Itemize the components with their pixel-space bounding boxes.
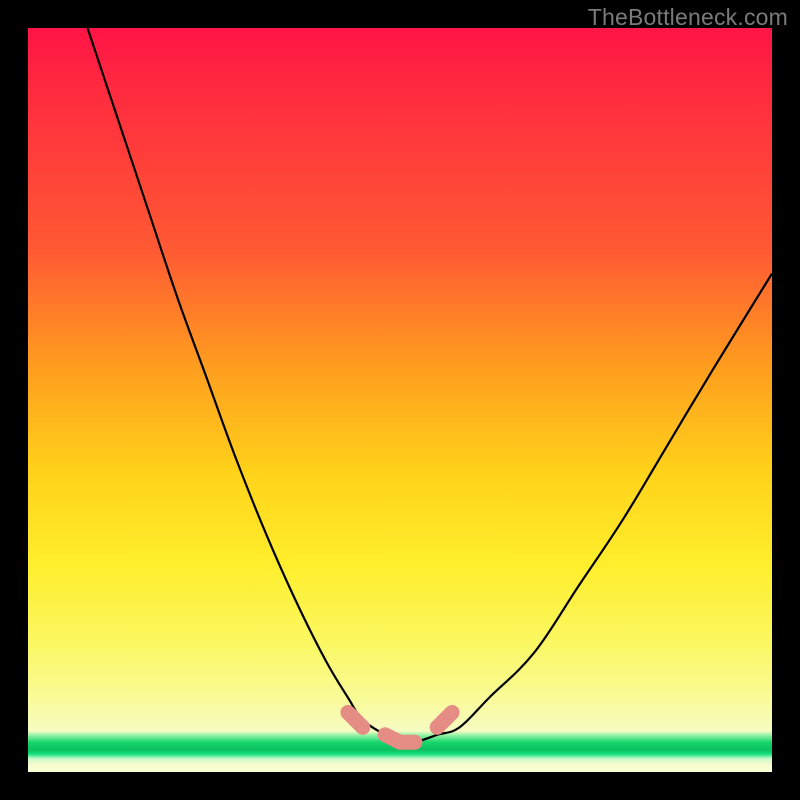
curve-group	[88, 28, 772, 743]
marker-right	[437, 712, 452, 727]
plot-svg	[28, 28, 772, 772]
watermark-text: TheBottleneck.com	[588, 4, 788, 31]
plot-area	[28, 28, 772, 772]
bottleneck-curve	[88, 28, 772, 743]
chart-frame: TheBottleneck.com	[0, 0, 800, 800]
marker-flat	[385, 735, 415, 742]
marker-left	[348, 712, 363, 727]
marker-group	[348, 712, 452, 742]
